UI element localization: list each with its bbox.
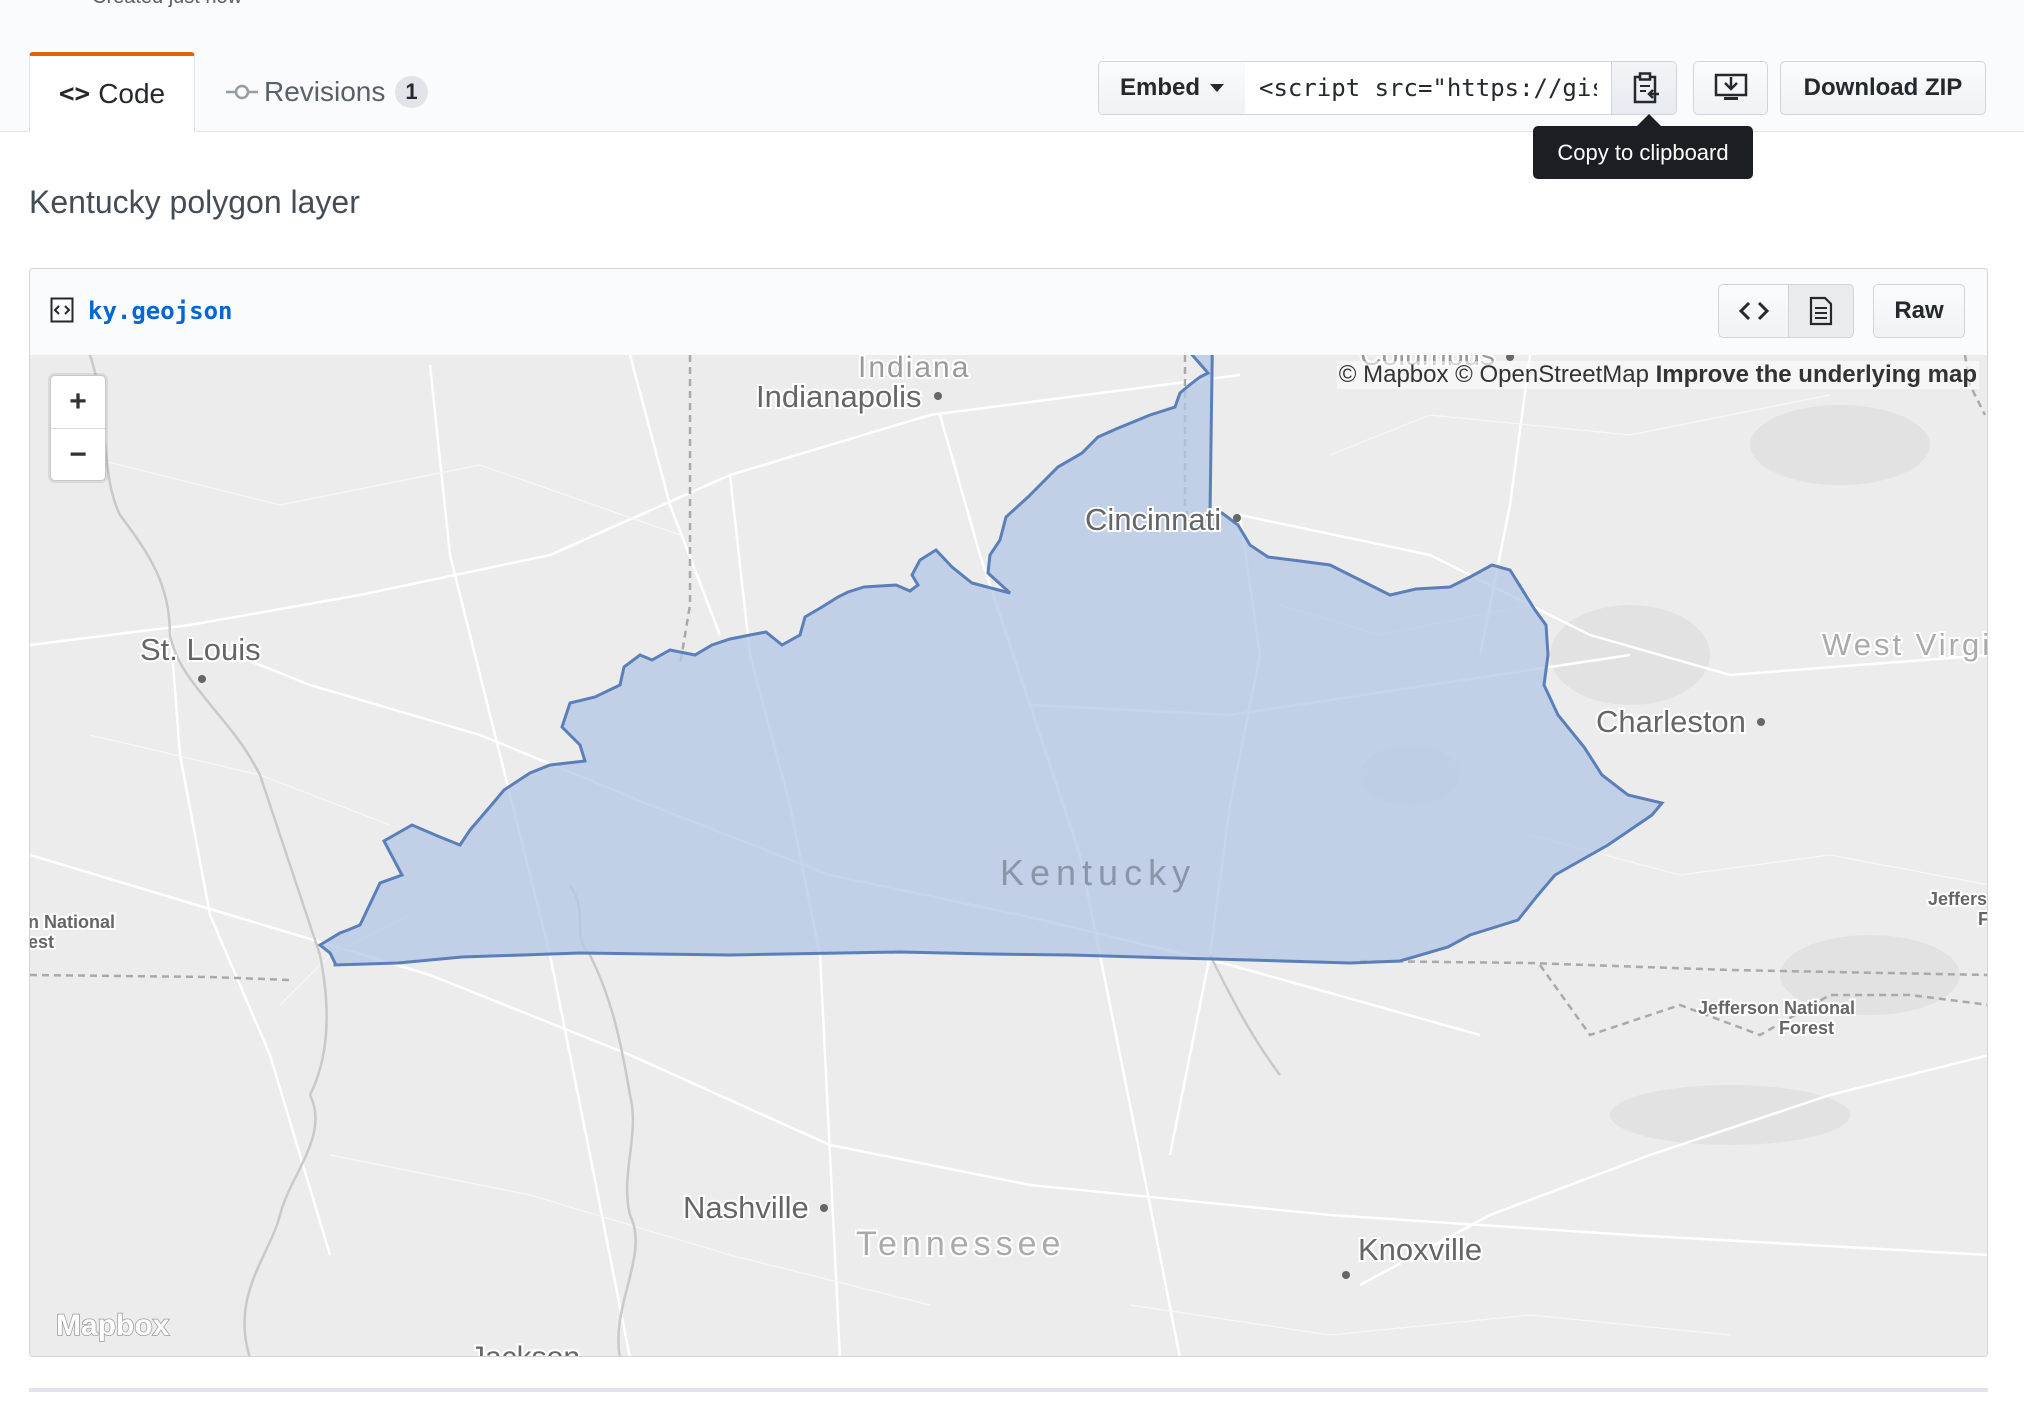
label-knoxville: Knoxville	[1358, 1232, 1482, 1267]
embed-dropdown-button[interactable]: Embed	[1099, 62, 1246, 114]
label-jefferson-right-2: F	[1978, 909, 1988, 929]
tab-revisions[interactable]: Revisions 1	[226, 52, 428, 132]
copy-tooltip: Copy to clipboard	[1533, 114, 1753, 179]
label-indianapolis: Indianapolis	[756, 379, 921, 414]
source-view-button[interactable]	[1718, 284, 1789, 338]
map-view[interactable]: Indiana Indianapolis Columbus Cincinnati…	[30, 355, 1988, 1357]
download-zip-button[interactable]: Download ZIP	[1780, 61, 1986, 115]
mapbox-logo[interactable]: Mapbox	[55, 1308, 170, 1343]
desktop-download-icon	[1714, 73, 1747, 100]
zoom-control: + −	[50, 375, 106, 481]
file-icon	[1809, 296, 1833, 326]
zoom-out-button[interactable]: −	[51, 429, 105, 481]
label-jackson: Jackson	[470, 1341, 580, 1357]
label-charleston: Charleston	[1596, 704, 1746, 739]
tab-code[interactable]: <> Code	[29, 52, 195, 132]
attribution-osm-link[interactable]: © OpenStreetMap	[1455, 361, 1649, 388]
tab-revisions-label: Revisions	[264, 76, 386, 107]
label-west-virginia: West Virgi	[1822, 627, 1988, 662]
gist-description: Kentucky polygon layer	[29, 184, 360, 220]
label-jefferson-right-1: Jeffers	[1928, 889, 1987, 909]
gist-header-band: Created just now <> Code Revisions 1 Emb…	[0, 0, 2024, 132]
improve-map-link[interactable]: Improve the underlying map	[1656, 361, 1977, 388]
zoom-in-button[interactable]: +	[51, 376, 105, 429]
label-national-forest-left-2: est	[30, 932, 54, 952]
file-container: ky.geojson Raw Indiana Indianapolis Cinc…	[29, 268, 1988, 1357]
label-national-forest-left-1: n National	[30, 912, 115, 932]
embed-group: Embed	[1098, 61, 1677, 115]
embed-url-input[interactable]	[1245, 62, 1611, 114]
caret-down-icon	[1210, 84, 1224, 92]
raw-button[interactable]: Raw	[1873, 284, 1965, 338]
created-timestamp: Created just now	[92, 0, 242, 9]
revisions-counter: 1	[395, 76, 428, 108]
bottom-divider	[29, 1388, 1988, 1392]
label-tennessee: Tennessee	[856, 1225, 1065, 1263]
clipboard-icon	[1633, 72, 1659, 104]
label-jefferson-nf-1: Jefferson National	[1698, 998, 1855, 1018]
attribution-mapbox-link[interactable]: © Mapbox	[1339, 361, 1449, 388]
map-attribution: © Mapbox © OpenStreetMap Improve the und…	[1336, 361, 1979, 389]
label-cincinnati: Cincinnati	[1085, 502, 1221, 537]
map-canvas: Indiana Indianapolis Columbus Cincinnati…	[30, 355, 1988, 1357]
embed-label: Embed	[1119, 74, 1200, 101]
copy-to-clipboard-button[interactable]	[1611, 62, 1676, 114]
download-desktop-button[interactable]	[1693, 61, 1768, 115]
code-icon	[1738, 301, 1769, 321]
file-name-link[interactable]: ky.geojson	[88, 297, 233, 325]
tab-code-label: Code	[98, 78, 166, 109]
label-jefferson-nf-2: Forest	[1779, 1018, 1834, 1038]
label-kentucky: Kentucky	[1000, 852, 1196, 893]
label-st-louis: St. Louis	[140, 632, 261, 667]
label-nashville: Nashville	[683, 1190, 809, 1225]
code-icon: <>	[58, 79, 91, 109]
file-code-icon	[50, 297, 74, 323]
rendered-view-button[interactable]	[1788, 284, 1854, 338]
commit-icon	[226, 84, 258, 100]
file-header: ky.geojson Raw	[30, 269, 1987, 356]
